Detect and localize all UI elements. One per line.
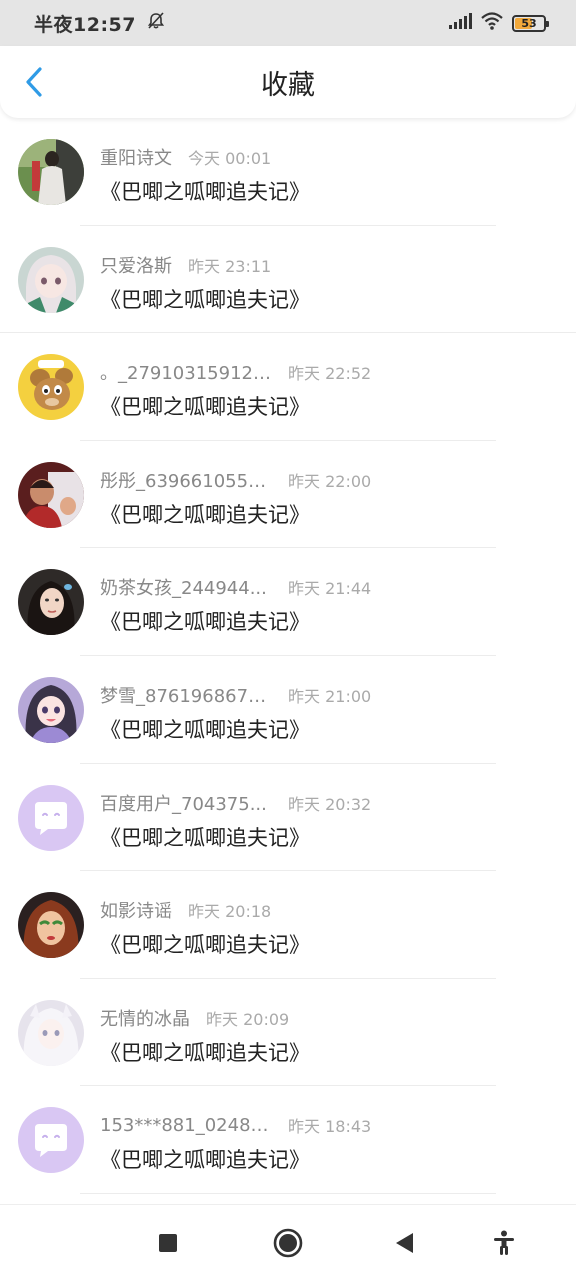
- avatar[interactable]: [18, 1107, 84, 1174]
- user-name[interactable]: 奶茶女孩_244944...: [100, 574, 272, 600]
- status-bar: 半夜12:57 53: [0, 0, 576, 46]
- item-text: 如影诗谣 昨天 20:18 《巴唧之呱唧追夫记》: [100, 897, 556, 959]
- favorites-list: 重阳诗文 今天 00:01 《巴唧之呱唧追夫记》 只爱洛斯 昨天 23:11 《…: [0, 118, 576, 1194]
- user-name[interactable]: 。_279103159124...: [100, 359, 272, 385]
- chevron-left-icon: [26, 67, 42, 97]
- meta-row: 无情的冰晶 昨天 20:09: [100, 1005, 556, 1031]
- item-title[interactable]: 《巴唧之呱唧追夫记》: [100, 822, 556, 852]
- meta-row: 奶茶女孩_244944... 昨天 21:44: [100, 574, 556, 600]
- item-text: 奶茶女孩_244944... 昨天 21:44 《巴唧之呱唧追夫记》: [100, 574, 556, 636]
- list-item[interactable]: 。_279103159124... 昨天 22:52 《巴唧之呱唧追夫记》: [0, 333, 576, 441]
- user-name[interactable]: 153***881_02481...: [100, 1115, 272, 1136]
- list-item[interactable]: 153***881_02481... 昨天 18:43 《巴唧之呱唧追夫记》: [0, 1086, 576, 1194]
- list-item[interactable]: 如影诗谣 昨天 20:18 《巴唧之呱唧追夫记》: [0, 871, 576, 979]
- timestamp: 昨天 22:52: [288, 364, 372, 384]
- user-name[interactable]: 梦雪_8761968673...: [100, 682, 272, 708]
- avatar[interactable]: [18, 569, 84, 636]
- timestamp: 昨天 20:09: [206, 1009, 290, 1029]
- list-item[interactable]: 奶茶女孩_244944... 昨天 21:44 《巴唧之呱唧追夫记》: [0, 548, 576, 656]
- meta-row: 彤彤_6396610550... 昨天 22:00: [100, 467, 556, 493]
- home-button[interactable]: [272, 1227, 304, 1259]
- user-name[interactable]: 百度用户_704375...: [100, 790, 272, 816]
- avatar[interactable]: [18, 892, 84, 959]
- meta-row: 重阳诗文 今天 00:01: [100, 144, 556, 170]
- item-title[interactable]: 《巴唧之呱唧追夫记》: [100, 1037, 556, 1067]
- item-text: 153***881_02481... 昨天 18:43 《巴唧之呱唧追夫记》: [100, 1112, 556, 1174]
- back-icon: [396, 1233, 413, 1253]
- item-title[interactable]: 《巴唧之呱唧追夫记》: [100, 929, 556, 959]
- timestamp: 昨天 20:18: [188, 902, 272, 922]
- meta-row: 153***881_02481... 昨天 18:43: [100, 1112, 556, 1138]
- avatar[interactable]: [18, 139, 84, 205]
- timestamp: 昨天 20:32: [288, 794, 372, 814]
- avatar[interactable]: [18, 999, 84, 1066]
- status-left: 半夜12:57: [34, 10, 166, 37]
- user-name[interactable]: 重阳诗文: [100, 144, 172, 170]
- item-title[interactable]: 《巴唧之呱唧追夫记》: [100, 499, 556, 529]
- recent-apps-button[interactable]: [152, 1227, 184, 1259]
- home-icon: [273, 1228, 303, 1258]
- timestamp: 昨天 22:00: [288, 471, 372, 491]
- status-right: 53: [448, 11, 549, 35]
- item-title[interactable]: 《巴唧之呱唧追夫记》: [100, 714, 556, 744]
- list-item[interactable]: 无情的冰晶 昨天 20:09 《巴唧之呱唧追夫记》: [0, 979, 576, 1087]
- timestamp: 昨天 21:44: [288, 579, 372, 599]
- item-title[interactable]: 《巴唧之呱唧追夫记》: [100, 176, 556, 206]
- item-text: 百度用户_704375... 昨天 20:32 《巴唧之呱唧追夫记》: [100, 790, 556, 852]
- header: 收藏: [0, 46, 576, 118]
- list-item[interactable]: 梦雪_8761968673... 昨天 21:00 《巴唧之呱唧追夫记》: [0, 656, 576, 764]
- list-item[interactable]: 重阳诗文 今天 00:01 《巴唧之呱唧追夫记》: [0, 118, 576, 226]
- avatar[interactable]: [18, 461, 84, 528]
- avatar[interactable]: [18, 676, 84, 743]
- list-item[interactable]: 只爱洛斯 昨天 23:11 《巴唧之呱唧追夫记》: [0, 226, 576, 334]
- user-name[interactable]: 只爱洛斯: [100, 252, 172, 278]
- back-nav-button[interactable]: [388, 1227, 420, 1259]
- page-title: 收藏: [261, 69, 315, 101]
- meta-row: 百度用户_704375... 昨天 20:32: [100, 790, 556, 816]
- status-time: 半夜12:57: [34, 13, 136, 36]
- navigation-bar: [0, 1204, 576, 1280]
- item-title[interactable]: 《巴唧之呱唧追夫记》: [100, 284, 556, 314]
- list-item[interactable]: 百度用户_704375... 昨天 20:32 《巴唧之呱唧追夫记》: [0, 764, 576, 872]
- meta-row: 如影诗谣 昨天 20:18: [100, 897, 556, 923]
- timestamp: 今天 00:01: [188, 149, 272, 168]
- item-text: 彤彤_6396610550... 昨天 22:00 《巴唧之呱唧追夫记》: [100, 467, 556, 529]
- user-name[interactable]: 如影诗谣: [100, 897, 172, 923]
- avatar[interactable]: [18, 784, 84, 851]
- avatar[interactable]: [18, 246, 84, 313]
- wifi-icon: [480, 11, 504, 35]
- timestamp: 昨天 23:11: [188, 256, 272, 276]
- avatar[interactable]: [18, 354, 84, 421]
- list-item[interactable]: 彤彤_6396610550... 昨天 22:00 《巴唧之呱唧追夫记》: [0, 441, 576, 549]
- accessibility-button[interactable]: [488, 1227, 520, 1259]
- item-title[interactable]: 《巴唧之呱唧追夫记》: [100, 1144, 556, 1174]
- user-name[interactable]: 彤彤_6396610550...: [100, 467, 272, 493]
- item-text: 无情的冰晶 昨天 20:09 《巴唧之呱唧追夫记》: [100, 1005, 556, 1067]
- battery-icon: 53: [512, 14, 549, 32]
- meta-row: 。_279103159124... 昨天 22:52: [100, 359, 556, 385]
- battery-level: 53: [521, 16, 537, 30]
- accessibility-icon: [494, 1230, 514, 1255]
- item-text: 。_279103159124... 昨天 22:52 《巴唧之呱唧追夫记》: [100, 359, 556, 421]
- item-text: 重阳诗文 今天 00:01 《巴唧之呱唧追夫记》: [100, 144, 556, 206]
- timestamp: 昨天 18:43: [288, 1117, 372, 1137]
- signal-icon: [448, 12, 472, 34]
- item-text: 梦雪_8761968673... 昨天 21:00 《巴唧之呱唧追夫记》: [100, 682, 556, 744]
- recent-apps-icon: [159, 1234, 177, 1252]
- item-title[interactable]: 《巴唧之呱唧追夫记》: [100, 391, 556, 421]
- back-button[interactable]: [18, 66, 50, 98]
- meta-row: 梦雪_8761968673... 昨天 21:00: [100, 682, 556, 708]
- meta-row: 只爱洛斯 昨天 23:11: [100, 252, 556, 278]
- timestamp: 昨天 21:00: [288, 686, 372, 706]
- item-text: 只爱洛斯 昨天 23:11 《巴唧之呱唧追夫记》: [100, 252, 556, 314]
- user-name[interactable]: 无情的冰晶: [100, 1005, 190, 1031]
- item-title[interactable]: 《巴唧之呱唧追夫记》: [100, 606, 556, 636]
- bell-off-icon: [146, 11, 166, 35]
